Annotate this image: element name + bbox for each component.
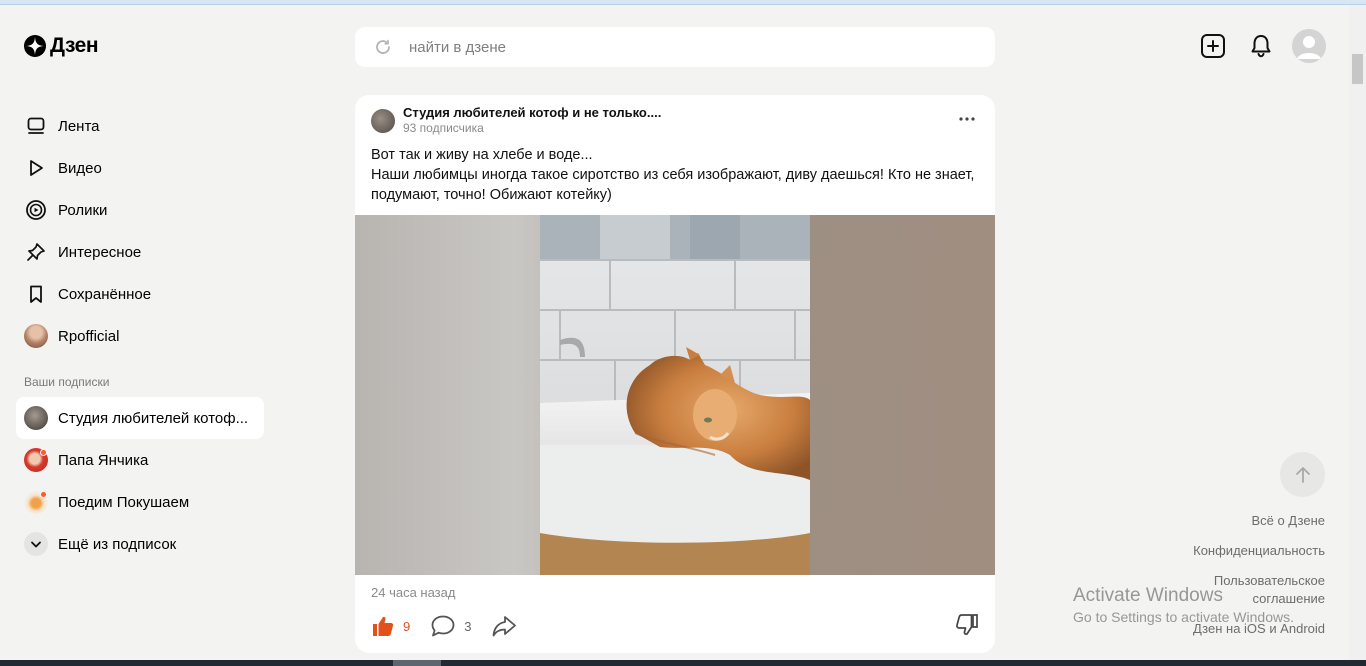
sidebar-item-label: Сохранённое — [58, 285, 152, 303]
sidebar-item-label: Интересное — [58, 243, 142, 261]
sidebar-item-label: Ещё из подписок — [58, 535, 177, 553]
header-actions — [1196, 28, 1326, 64]
create-post-button[interactable] — [1196, 28, 1230, 64]
plus-square-icon — [1201, 34, 1225, 58]
cat-in-sink-photo — [540, 215, 810, 575]
logo-text: Дзен — [50, 34, 99, 57]
sidebar-sub-papa-yanchika[interactable]: Папа Янчика — [16, 439, 264, 481]
post-text-line: Наши любимцы иногда такое сиротство из с… — [371, 167, 975, 203]
comment-count: 3 — [464, 618, 472, 634]
shorts-icon — [24, 198, 48, 222]
sidebar-item-label: Папа Янчика — [58, 451, 149, 469]
avatar — [24, 324, 48, 348]
post-text-line: Вот так и живу на хлебе и воде... — [371, 147, 593, 163]
user-avatar-icon — [1292, 29, 1326, 63]
sidebar-item-label: Поедим Покушаем — [58, 493, 190, 511]
pin-icon — [24, 240, 48, 264]
channel-name[interactable]: Студия любителей котоф и не только.... — [403, 105, 661, 121]
thumbs-up-icon — [373, 616, 394, 636]
sidebar-item-saved[interactable]: Сохранённое — [16, 273, 264, 315]
watermark-subtitle: Go to Settings to activate Windows. — [1073, 609, 1294, 625]
arrow-up-icon — [1295, 466, 1310, 483]
scrollbar-thumb[interactable] — [1352, 54, 1363, 84]
dzen-logo[interactable]: Дзен — [24, 34, 99, 58]
sidebar-item-video[interactable]: Видео — [16, 147, 264, 189]
more-dots-icon — [959, 117, 975, 121]
watermark-title: Activate Windows — [1073, 585, 1223, 606]
post-timestamp: 24 часа назад — [371, 585, 456, 600]
new-content-dot — [40, 491, 47, 498]
sidebar-item-interesting[interactable]: Интересное — [16, 231, 264, 273]
sidebar-sub-poedim-pokushaem[interactable]: Поедим Покушаем — [16, 481, 264, 523]
dzen-logo-icon — [24, 35, 46, 57]
taskbar-strip — [0, 660, 1366, 666]
windows-activation-watermark: Activate Windows Go to Settings to activ… — [1073, 585, 1294, 627]
subscriptions-heading: Ваши подписки — [24, 375, 110, 389]
sidebar-item-shorts[interactable]: Ролики — [16, 189, 264, 231]
horizontal-scroll-thumb[interactable] — [393, 660, 441, 666]
sidebar-item-label: Видео — [58, 159, 102, 177]
post-header[interactable]: Студия любителей котоф и не только.... 9… — [371, 105, 661, 136]
scroll-to-top-button[interactable] — [1280, 452, 1325, 497]
sidebar-nav: Лента Видео Ролики Интересное Сохранённо… — [16, 105, 264, 565]
chevron-down-icon — [24, 532, 48, 556]
comment-icon — [431, 615, 455, 637]
dislike-button[interactable] — [955, 613, 979, 642]
post-card[interactable]: Студия любителей котоф и не только.... 9… — [355, 95, 995, 653]
avatar — [24, 448, 48, 472]
sidebar-item-label: Студия любителей котоф... — [58, 409, 249, 427]
avatar — [24, 490, 48, 514]
new-content-dot — [40, 449, 47, 456]
sidebar-item-rpofficial[interactable]: Rpofficial — [16, 315, 264, 357]
feed-icon — [24, 114, 48, 138]
post-text: Вот так и живу на хлебе и воде... Наши л… — [371, 145, 979, 205]
avatar — [24, 406, 48, 430]
sidebar-sub-cat-studio[interactable]: Студия любителей котоф... — [16, 397, 264, 439]
search-icon — [376, 39, 390, 54]
sidebar-item-label: Ролики — [58, 201, 108, 219]
bookmark-icon — [24, 282, 48, 306]
bell-icon — [1251, 35, 1271, 58]
profile-avatar-button[interactable] — [1292, 29, 1326, 63]
like-count: 9 — [403, 618, 411, 634]
more-options-button[interactable] — [957, 109, 977, 129]
notifications-button[interactable] — [1244, 28, 1278, 64]
like-button[interactable]: 9 — [371, 614, 410, 638]
subscriber-count: 93 подписчика — [403, 121, 484, 135]
browser-top-strip — [0, 0, 1366, 5]
about-link[interactable]: Всё о Дзене — [1185, 512, 1325, 530]
search-bar[interactable] — [355, 27, 995, 67]
post-actions: 9 3 — [371, 611, 979, 641]
comments-button[interactable]: 3 — [430, 614, 471, 638]
sidebar-item-label: Rpofficial — [58, 327, 120, 345]
page-scrollbar[interactable] — [1349, 5, 1366, 660]
more-subscriptions-button[interactable]: Ещё из подписок — [16, 523, 264, 565]
share-arrow-icon — [493, 616, 517, 637]
thumbs-down-icon — [956, 614, 978, 635]
sidebar-item-label: Лента — [58, 117, 100, 135]
privacy-link[interactable]: Конфиденциальность — [1185, 542, 1325, 560]
search-input[interactable] — [409, 38, 969, 56]
post-image[interactable] — [355, 215, 995, 575]
sidebar-item-feed[interactable]: Лента — [16, 105, 264, 147]
channel-avatar[interactable] — [371, 108, 395, 133]
play-icon — [24, 156, 48, 180]
share-button[interactable] — [491, 614, 517, 638]
